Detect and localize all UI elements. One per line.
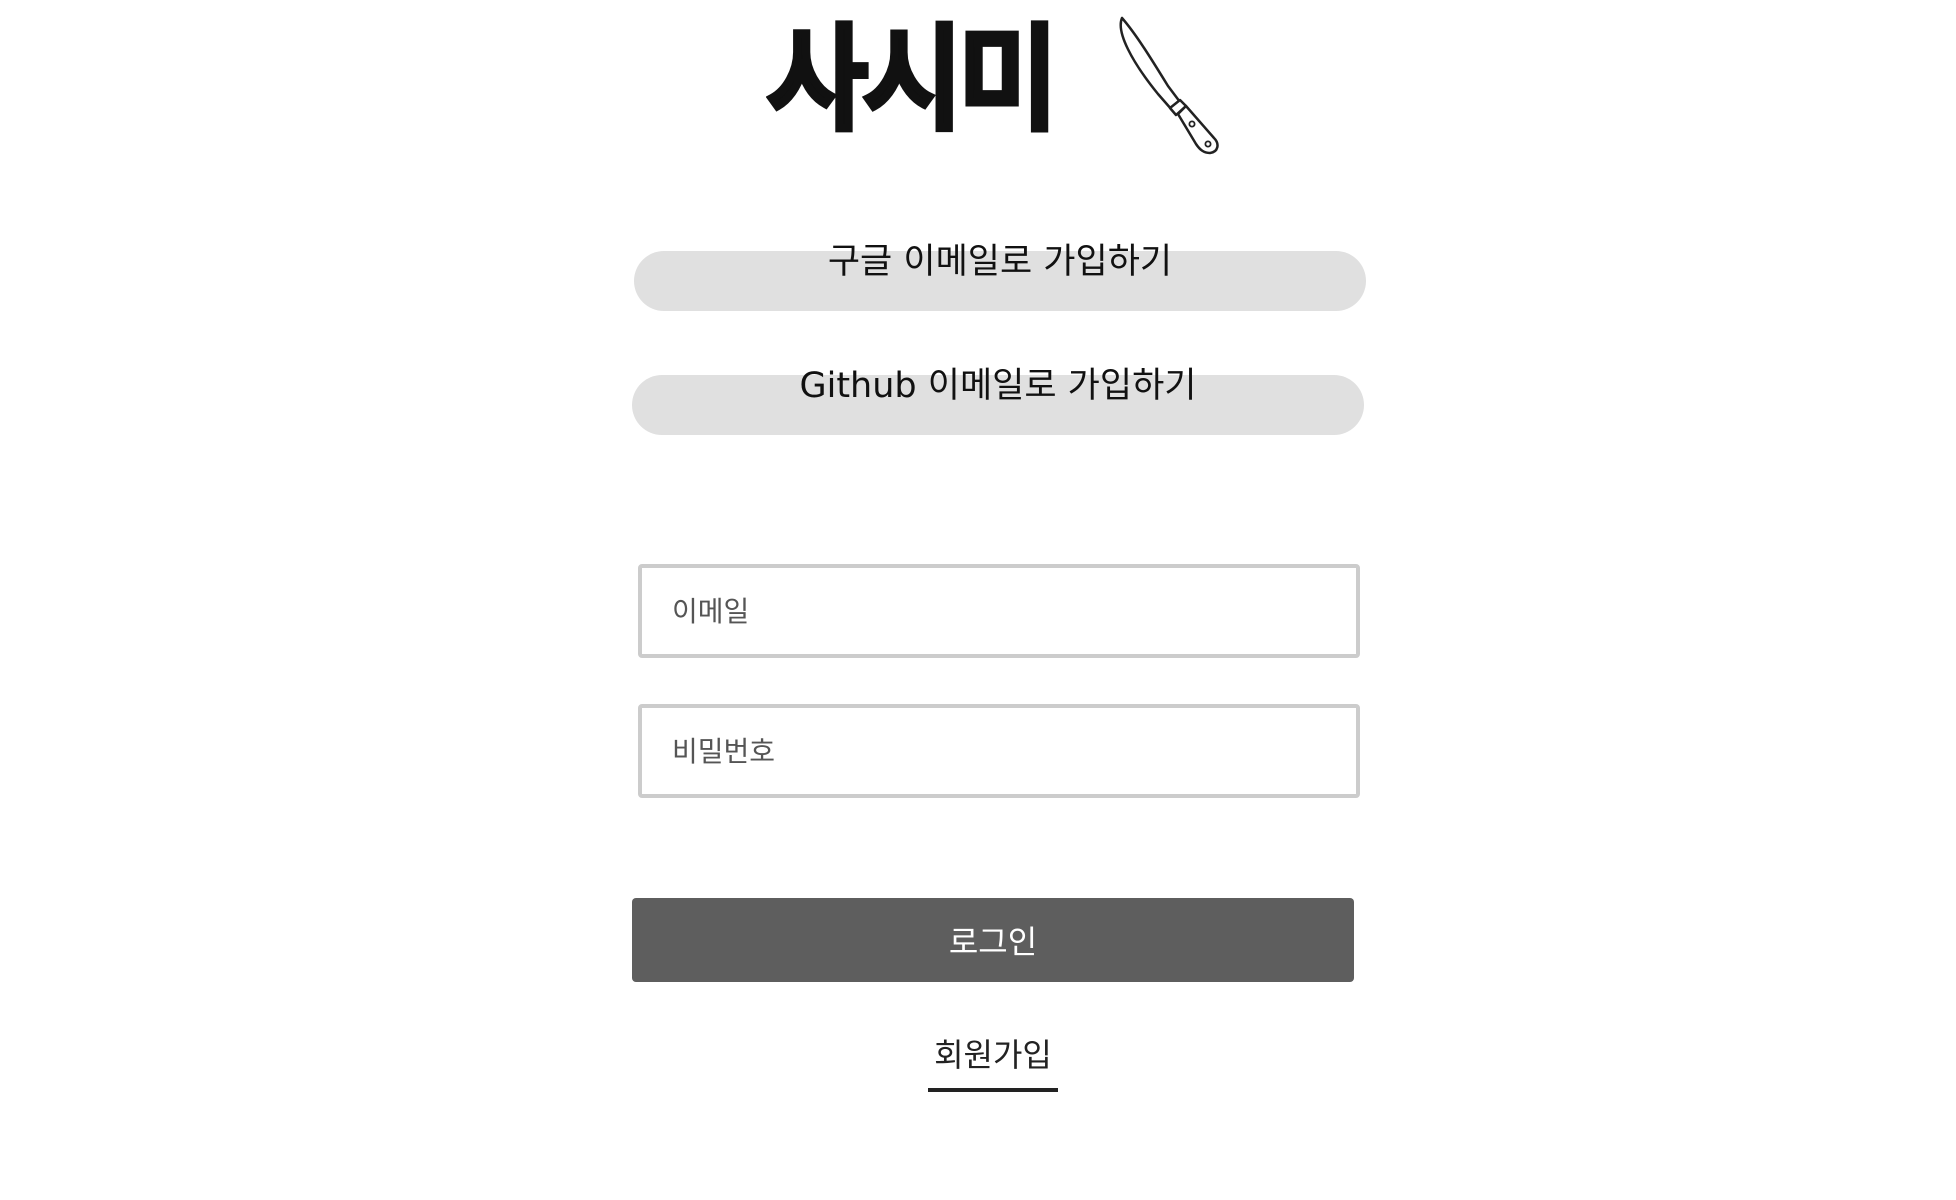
brand-logo: 사시미: [760, 8, 1240, 158]
login-page: 사시미 구글 이메일로 가입하기 Github 이메일로 가입하기 로그인 회원…: [0, 0, 1956, 1200]
email-input[interactable]: [642, 568, 1356, 654]
password-input[interactable]: [642, 708, 1356, 794]
github-signup-button[interactable]: Github 이메일로 가입하기: [632, 366, 1364, 435]
google-signup-label: 구글 이메일로 가입하기: [827, 242, 1173, 282]
email-field-wrapper: [638, 564, 1360, 658]
knife-icon: [1119, 16, 1219, 155]
signup-link[interactable]: 회원가입: [928, 1030, 1058, 1092]
password-field-wrapper: [638, 704, 1360, 798]
google-signup-button[interactable]: 구글 이메일로 가입하기: [634, 242, 1366, 311]
github-signup-label: Github 이메일로 가입하기: [799, 366, 1197, 406]
logo-text: 사시미: [765, 14, 1060, 147]
login-button[interactable]: 로그인: [632, 898, 1354, 982]
